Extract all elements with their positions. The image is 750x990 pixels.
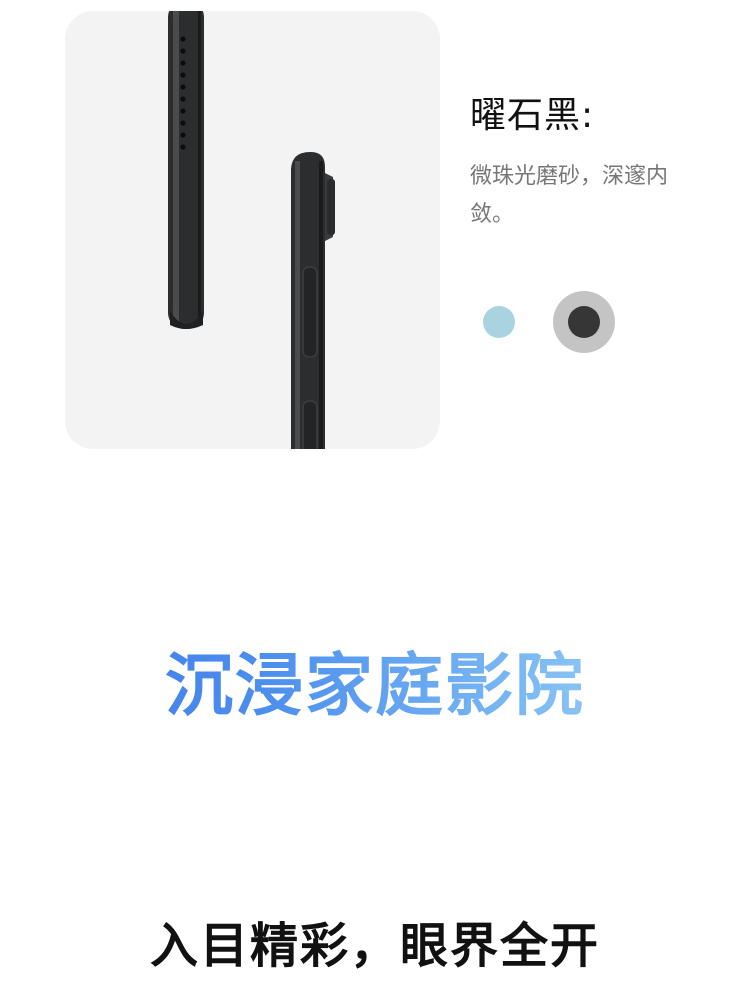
color-option-description: 微珠光磨砂，深邃内敛。 [470, 164, 669, 227]
tablet-side-view-image [168, 11, 335, 449]
swatch-black-dot [568, 306, 600, 338]
color-option-title: 曜石黑: [470, 95, 595, 136]
tablet-edge-upper [168, 11, 204, 329]
swatch-light-blue[interactable] [483, 306, 515, 338]
section-heading-text: 沉浸家庭影院 [164, 647, 585, 726]
product-image-card [65, 11, 440, 449]
tablet-edge-lower [291, 152, 335, 449]
section-heading: 沉浸家庭影院 [0, 645, 750, 729]
swatch-obsidian-black-selected[interactable] [553, 291, 615, 353]
section-subheading: 入目精彩，眼界全开 [149, 918, 600, 974]
